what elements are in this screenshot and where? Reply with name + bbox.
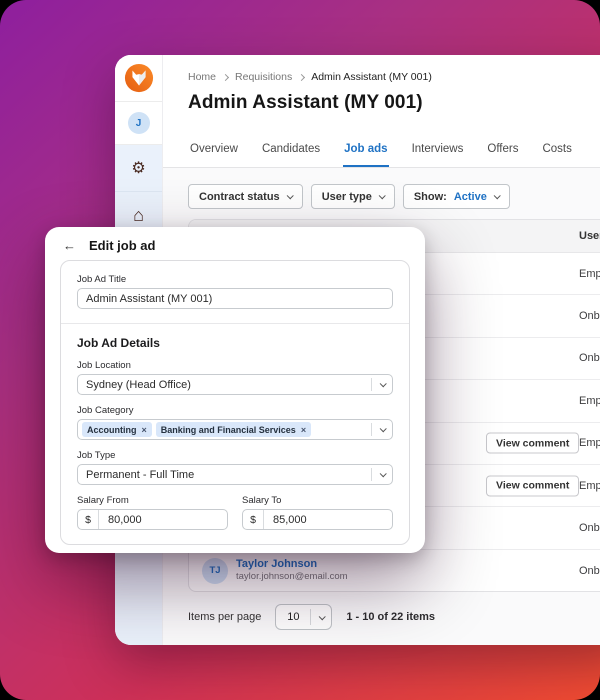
salary-from-input[interactable]: $ 80,000 — [77, 509, 228, 530]
table-row[interactable]: TJ Taylor Johnson taylor.johnson@email.c… — [189, 550, 600, 591]
chevron-down-icon — [318, 612, 326, 620]
tab-offers[interactable]: Offers — [486, 143, 519, 167]
show-filter[interactable]: Show: Active — [402, 184, 510, 209]
remove-tag-icon[interactable]: × — [142, 425, 147, 434]
section-title: Job Ad Details — [77, 336, 160, 350]
sidebar-item-settings[interactable]: ⚙ — [115, 145, 162, 192]
breadcrumb-chevron-icon — [298, 73, 306, 82]
tab-job-ads[interactable]: Job ads — [343, 143, 389, 167]
tab-candidates[interactable]: Candidates — [261, 143, 321, 167]
breadcrumb-requisitions[interactable]: Requisitions — [235, 71, 292, 83]
avatar: J — [127, 112, 150, 134]
candidate-name-link[interactable]: Taylor Johnson — [236, 558, 348, 571]
job-location-select[interactable]: Sydney (Head Office) — [77, 374, 393, 395]
user-status: Employee — [579, 437, 600, 450]
items-per-page-label: Items per page — [188, 611, 262, 623]
page-header: Home Requisitions Admin Assistant (MY 00… — [163, 55, 600, 168]
currency-prefix: $ — [78, 510, 99, 529]
salary-to-label: Salary To — [242, 495, 282, 506]
chevron-down-icon — [379, 470, 387, 478]
pagination-range: 1 - 10 of 22 items — [346, 611, 436, 623]
divider — [61, 323, 409, 324]
sidebar-user-avatar[interactable]: J — [115, 102, 162, 145]
view-comment-button[interactable]: View comment — [486, 432, 580, 454]
tab-bar: Overview Candidates Job ads Interviews O… — [163, 143, 600, 168]
desktop-background: J ⚙ ⌂ Home Requisitions Admin Assistant … — [0, 0, 600, 700]
user-status: Employee — [579, 394, 600, 407]
chevron-down-icon — [493, 192, 501, 200]
fox-logo-icon — [124, 63, 153, 93]
candidate-email: taylor.johnson@email.com — [236, 571, 348, 583]
tab-costs[interactable]: Costs — [541, 143, 572, 167]
tab-overview[interactable]: Overview — [189, 143, 239, 167]
breadcrumb: Home Requisitions Admin Assistant (MY 00… — [163, 55, 600, 83]
panel-title: Edit job ad — [89, 238, 156, 253]
edit-form-card: Job Ad Title Admin Assistant (MY 001) Jo… — [60, 260, 410, 545]
contract-status-filter[interactable]: Contract status — [188, 184, 303, 209]
category-tag: Banking and Financial Services × — [155, 422, 312, 437]
chevron-down-icon — [378, 192, 386, 200]
salary-from-label: Salary From — [77, 495, 129, 506]
gear-icon: ⚙ — [131, 160, 146, 177]
pagination-bar: Items per page 10 1 - 10 of 22 items — [188, 604, 435, 630]
job-type-select[interactable]: Permanent - Full Time — [77, 464, 393, 485]
job-type-label: Job Type — [77, 450, 116, 461]
breadcrumb-home[interactable]: Home — [188, 71, 216, 83]
items-per-page-select[interactable]: 10 — [275, 604, 333, 630]
job-category-multiselect[interactable]: Accounting × Banking and Financial Servi… — [77, 419, 393, 440]
edit-job-ad-panel: ← Edit job ad Job Ad Title Admin Assista… — [45, 227, 425, 553]
panel-header: ← Edit job ad — [45, 227, 425, 253]
user-status: Onboarding — [579, 522, 600, 535]
salary-to-input[interactable]: $ 85,000 — [242, 509, 393, 530]
chevron-down-icon — [379, 380, 387, 388]
user-status: Onboarding — [579, 352, 600, 365]
home-icon: ⌂ — [133, 204, 144, 225]
chevron-down-icon — [379, 425, 387, 433]
page-title: Admin Assistant (MY 001) — [188, 92, 423, 113]
user-status: Onboarding — [579, 564, 600, 577]
job-location-label: Job Location — [77, 360, 131, 371]
chevron-down-icon — [286, 192, 294, 200]
column-header-user: User — [579, 230, 600, 242]
currency-prefix: $ — [243, 510, 264, 529]
user-status: Onboarding — [579, 310, 600, 323]
app-logo[interactable] — [115, 55, 162, 102]
remove-tag-icon[interactable]: × — [301, 425, 306, 434]
user-status: Employee — [579, 479, 600, 492]
job-ad-title-label: Job Ad Title — [77, 274, 127, 285]
tab-interviews[interactable]: Interviews — [411, 143, 465, 167]
breadcrumb-current: Admin Assistant (MY 001) — [311, 71, 432, 83]
back-arrow-icon[interactable]: ← — [63, 238, 76, 253]
job-category-label: Job Category — [77, 405, 134, 416]
user-status: Employee — [579, 267, 600, 280]
view-comment-button[interactable]: View comment — [486, 475, 580, 497]
user-type-filter[interactable]: User type — [310, 184, 395, 209]
candidate-cell: TJ Taylor Johnson taylor.johnson@email.c… — [202, 557, 348, 584]
avatar: TJ — [202, 557, 228, 584]
job-ad-title-input[interactable]: Admin Assistant (MY 001) — [77, 288, 393, 309]
category-tag: Accounting × — [82, 422, 152, 437]
breadcrumb-chevron-icon — [221, 73, 230, 82]
filter-row: Contract status User type Show: Active — [188, 184, 510, 209]
